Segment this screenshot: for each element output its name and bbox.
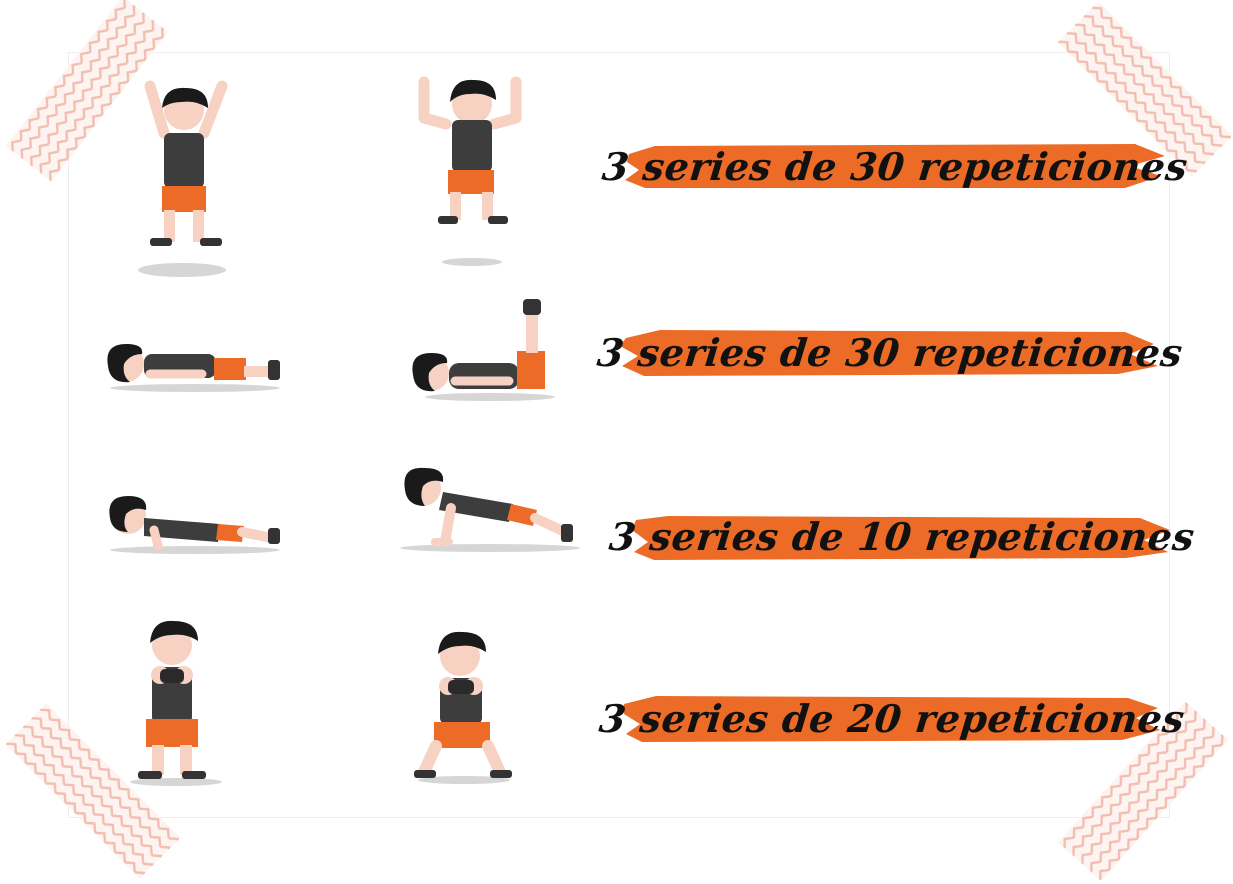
push-up-up-illustration: [395, 462, 585, 558]
exercise-label-1: 3 series de 30 repeticiones: [600, 136, 1190, 196]
sit-up-lying-illustration: [100, 330, 290, 395]
exercise-label-2: 3 series de 30 repeticiones: [595, 322, 1185, 382]
exercise-label-3-text: 3 series de 10 repeticiones: [607, 513, 1197, 559]
exercise-label-3: 3 series de 10 repeticiones: [607, 506, 1197, 566]
exercise-label-4: 3 series de 20 repeticiones: [597, 688, 1187, 748]
exercise-label-2-text: 3 series de 30 repeticiones: [595, 329, 1185, 375]
squat-down-illustration: [408, 628, 518, 788]
jumping-jack-landed-illustration: [412, 72, 522, 272]
exercise-label-1-text: 3 series de 30 repeticiones: [600, 143, 1190, 189]
push-up-down-illustration: [100, 488, 290, 558]
squat-standing-illustration: [122, 615, 232, 790]
jumping-jack-arms-up-illustration: [130, 78, 240, 283]
sit-up-legs-up-illustration: [405, 295, 565, 405]
exercise-label-4-text: 3 series de 20 repeticiones: [597, 695, 1187, 741]
